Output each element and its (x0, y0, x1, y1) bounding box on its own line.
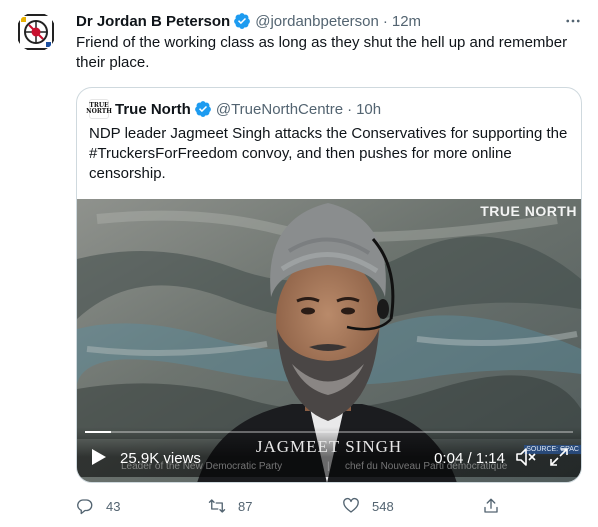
quoted-author-handle[interactable]: @TrueNorthCentre (216, 101, 343, 118)
separator-dot: · (382, 12, 388, 30)
true-north-logo-icon[interactable]: TRUE NORTH (86, 99, 112, 119)
quoted-tweet-header: TRUE NORTH True North @TrueNorthCentre · … (86, 99, 381, 119)
quoted-separator-dot: · (347, 100, 353, 118)
quoted-timestamp[interactable]: 10h (356, 101, 381, 118)
tweet-text: Friend of the working class as long as t… (76, 34, 568, 71)
author-name[interactable]: Dr Jordan B Peterson (76, 13, 230, 30)
tweet-header: Dr Jordan B Peterson @jordanbpeterson · … (76, 10, 578, 32)
tweet[interactable]: Dr Jordan B Peterson @jordanbpeterson · … (0, 0, 598, 527)
like-count: 548 (372, 498, 394, 514)
retweet-icon (208, 499, 226, 513)
author-handle[interactable]: @jordanbpeterson (255, 13, 379, 30)
author-avatar[interactable] (16, 12, 56, 52)
tweet-actions: 43 87 548 (76, 494, 506, 518)
share-button[interactable] (482, 494, 512, 518)
fullscreen-icon[interactable] (549, 447, 569, 467)
jordan-peterson-avatar-icon (16, 12, 56, 52)
reply-button[interactable]: 43 (76, 494, 120, 518)
quoted-verified-badge-icon (194, 101, 211, 117)
play-icon[interactable] (91, 448, 107, 466)
more-options-icon[interactable] (564, 12, 582, 30)
video-player[interactable]: TRUE NORTH JAGMEET SINGH Leader of the N… (77, 199, 581, 482)
share-icon (484, 498, 498, 513)
heart-icon (343, 497, 359, 513)
verified-badge-icon (234, 13, 251, 29)
video-controls: 25.9K views 0:04 / 1:14 SOURCE: CPAC (77, 431, 581, 482)
video-progress-fill (85, 431, 112, 433)
video-progress-bar[interactable] (85, 431, 573, 433)
quoted-tweet-text: NDP leader Jagmeet Singh attacks the Con… (89, 125, 568, 182)
quoted-author-name[interactable]: True North (115, 101, 191, 118)
quoted-tweet[interactable]: TRUE NORTH True North @TrueNorthCentre · … (76, 87, 582, 483)
volume-muted-icon[interactable] (515, 447, 537, 467)
reply-count: 43 (106, 498, 121, 514)
tweet-timestamp[interactable]: 12m (392, 13, 421, 30)
video-views: 25.9K views (120, 450, 201, 467)
retweet-count: 87 (238, 498, 253, 514)
video-timecode: 0:04 / 1:14 (434, 450, 505, 467)
retweet-button[interactable]: 87 (208, 494, 252, 518)
video-watermark: TRUE NORTH (480, 203, 577, 219)
reply-icon (77, 499, 93, 515)
like-button[interactable]: 548 (342, 494, 394, 518)
